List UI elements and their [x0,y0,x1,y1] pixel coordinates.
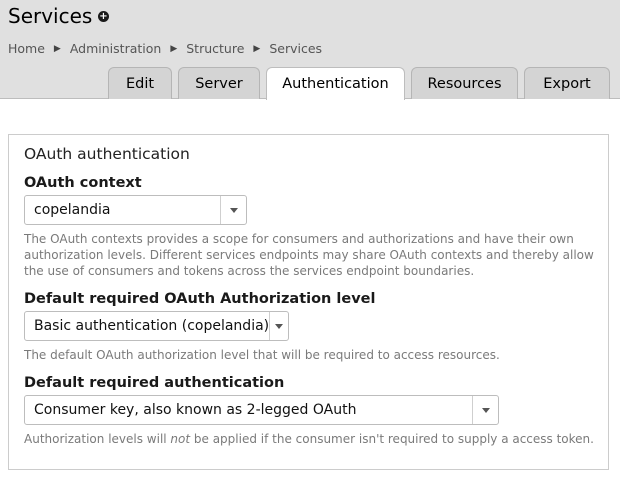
chevron-down-icon [229,207,238,213]
tab-authentication[interactable]: Authentication [266,67,405,100]
breadcrumb-separator-icon: ▶ [53,43,61,54]
breadcrumb: Home ▶ Administration ▶ Structure ▶ Serv… [8,41,322,56]
page-header: Services + Home ▶ Administration ▶ Struc… [0,0,620,100]
chevron-down-icon [275,323,284,329]
chevron-down-icon [481,407,490,413]
oauth-context-select[interactable]: copelandia [24,195,247,225]
oauth-context-value: copelandia [34,202,111,218]
tab-edit[interactable]: Edit [108,67,172,99]
tab-server[interactable]: Server [178,67,260,99]
page-title: Services [8,4,93,28]
required-authentication-label: Default required authentication [24,375,285,391]
required-authentication-description: Authorization levels will not be applied… [24,431,599,447]
tab-resources[interactable]: Resources [411,67,518,99]
required-authentication-value: Consumer key, also known as 2-legged OAu… [34,402,357,418]
fieldset-legend: OAuth authentication [24,145,190,163]
authorization-level-value: Basic authentication (copelandia) [34,318,270,334]
authorization-level-select[interactable]: Basic authentication (copelandia) [24,311,289,341]
authorization-level-description: The default OAuth authorization level th… [24,348,500,362]
description-emphasis: not [170,432,191,446]
breadcrumb-home[interactable]: Home [8,41,45,56]
tab-bar: Edit Server Authentication Resources Exp… [108,67,610,100]
description-text: Authorization levels will [24,432,171,446]
plus-circle-icon[interactable]: + [98,11,109,22]
authorization-level-label: Default required OAuth Authorization lev… [24,291,376,307]
breadcrumb-structure[interactable]: Structure [186,41,244,56]
breadcrumb-administration[interactable]: Administration [70,41,161,56]
tab-export[interactable]: Export [524,67,610,99]
description-text: be applied if the consumer isn't require… [190,432,594,446]
oauth-context-label: OAuth context [24,175,142,191]
required-authentication-select[interactable]: Consumer key, also known as 2-legged OAu… [24,395,499,425]
dropdown-button[interactable] [472,396,498,424]
breadcrumb-separator-icon: ▶ [170,43,178,54]
oauth-context-description: The OAuth contexts provides a scope for … [24,232,594,278]
dropdown-button[interactable] [269,312,288,340]
breadcrumb-separator-icon: ▶ [253,43,261,54]
dropdown-button[interactable] [220,196,246,224]
breadcrumb-services[interactable]: Services [269,41,322,56]
